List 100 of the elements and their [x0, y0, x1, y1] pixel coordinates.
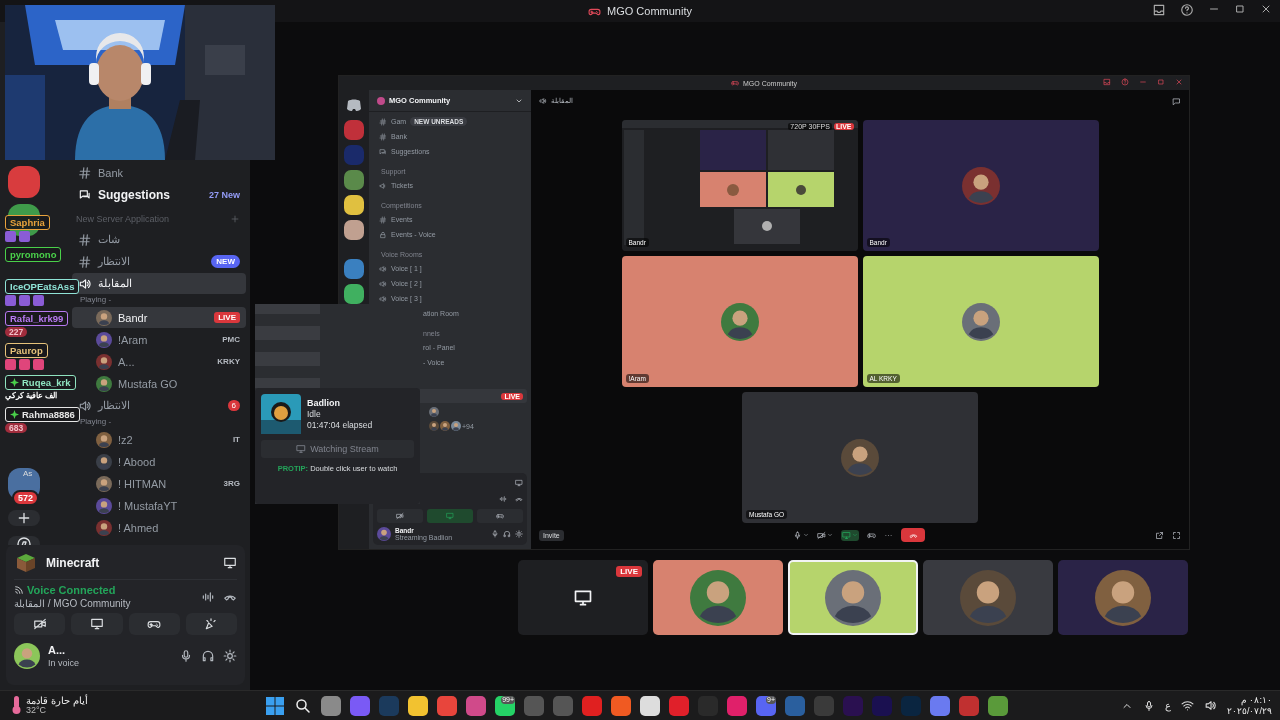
gamepad-icon[interactable] [867, 530, 877, 540]
server-icon[interactable] [344, 284, 364, 304]
game-name: Badlion [307, 398, 341, 408]
microphone-icon[interactable] [1143, 699, 1155, 712]
user-avatar [96, 309, 112, 326]
mention-badge: 572 [12, 490, 40, 506]
screen-share-icon[interactable] [515, 479, 523, 487]
activity-button[interactable] [128, 613, 180, 635]
forum-icon [379, 147, 387, 156]
voice-user[interactable]: A... KRKY [72, 351, 246, 372]
chat-icon[interactable] [1172, 96, 1181, 106]
server-icon[interactable] [344, 170, 364, 190]
user-avatar [960, 569, 1016, 626]
channel-item[interactable]: Bank [72, 162, 246, 183]
voice-user[interactable]: ! Ahmed [72, 517, 246, 538]
user-avatar [377, 527, 391, 541]
user-avatar [96, 353, 112, 370]
sound-wave-icon[interactable] [201, 589, 215, 604]
headphones-icon[interactable] [503, 530, 511, 538]
chat-username: Ruqea_krk [5, 375, 76, 390]
server-icon[interactable] [344, 195, 364, 215]
megaphone-icon [379, 181, 387, 190]
language-indicator[interactable]: ع [1165, 700, 1171, 711]
chat-count: 227 [5, 327, 28, 337]
voice-user[interactable]: ! HITMAN 3RG [72, 473, 246, 494]
user-avatar [96, 453, 112, 470]
soundboard-icon [204, 617, 219, 631]
activity-name: Minecraft [46, 556, 101, 570]
search-icon[interactable] [294, 696, 312, 715]
voice-user[interactable]: !z2 IT [72, 429, 246, 450]
chat-username: Paurop [5, 343, 48, 358]
game-status: Idle [307, 409, 322, 419]
add-server-button[interactable] [8, 510, 40, 526]
server-icon [377, 96, 385, 105]
windows-start-icon[interactable] [265, 695, 285, 716]
voice-user[interactable]: ! MustafaYT [72, 495, 246, 516]
headphones-icon[interactable] [201, 649, 215, 663]
activity-text: Playing - [80, 417, 113, 428]
user-tag: IT [232, 435, 240, 444]
participant-tile[interactable] [1058, 560, 1188, 635]
speaker-icon [379, 279, 387, 288]
close-icon[interactable] [1260, 3, 1272, 15]
screen-share-button[interactable] [71, 613, 123, 635]
participant-tile[interactable] [788, 560, 918, 635]
hang-up-icon[interactable] [515, 495, 523, 503]
user-avatar [429, 407, 439, 417]
channel-item[interactable]: Suggestions 27 New [72, 184, 246, 205]
voice-user[interactable]: !Aram PMC [72, 329, 246, 350]
hang-up-button[interactable] [901, 528, 926, 542]
clock[interactable]: ٠٨:١٠ م ٢٠٢٥/٠٧/٢٩ [1227, 694, 1272, 717]
help-icon[interactable] [1180, 3, 1194, 17]
settings-icon[interactable] [223, 649, 237, 663]
screen-share-icon [89, 617, 104, 631]
chat-username: Rafal_krk99 [5, 311, 69, 326]
camera-button[interactable] [14, 613, 66, 635]
thermometer-icon[interactable] [10, 695, 22, 716]
settings-icon[interactable] [515, 530, 523, 538]
app-icon[interactable] [408, 695, 428, 716]
maximize-icon[interactable] [1234, 3, 1246, 15]
channel-item[interactable]: شات [72, 229, 246, 250]
voice-channel-link[interactable]: المقابلة / MGO Community [14, 598, 193, 609]
voice-user[interactable]: Bandr LIVE [72, 307, 246, 328]
chat-username: Rahma8886 [5, 407, 80, 422]
hash-icon [78, 232, 92, 247]
popout-icon[interactable] [1155, 530, 1164, 540]
soundboard-button[interactable] [185, 613, 237, 635]
app-icon[interactable] [640, 695, 660, 716]
user-avatar [841, 438, 879, 477]
placeholder-bar [255, 304, 320, 314]
server-icon[interactable] [344, 259, 364, 279]
fullscreen-icon[interactable] [1172, 530, 1181, 540]
stream-thumbnail[interactable]: LIVE [518, 560, 648, 635]
participant-tile[interactable] [653, 560, 783, 635]
user-avatar [825, 569, 881, 626]
inbox-icon[interactable] [1152, 3, 1166, 17]
user-avatar [690, 569, 746, 626]
network-icon[interactable] [1181, 699, 1194, 712]
server-icon[interactable] [344, 220, 364, 240]
watching-stream-button[interactable]: Watching Stream [261, 440, 414, 458]
activity-text: Playing - [80, 295, 113, 306]
camera-off-icon[interactable] [817, 530, 827, 540]
chat-count: 683 [5, 423, 28, 433]
volume-icon[interactable] [1204, 699, 1217, 712]
user-avatar [96, 375, 112, 392]
user-tag: PMC [222, 335, 240, 344]
plus-icon [16, 510, 32, 526]
screen-icon [296, 444, 307, 454]
chevron-icon [852, 532, 859, 538]
participant-tile[interactable] [923, 560, 1053, 635]
chevron-icon [827, 532, 834, 538]
temperature: 32°C [26, 706, 48, 716]
chat-username: pyromono [5, 247, 62, 262]
voice-status: Voice Connected [27, 584, 116, 596]
sound-wave-icon[interactable] [499, 495, 507, 503]
voice-user[interactable]: ! Abood [72, 451, 246, 472]
microphone-icon[interactable] [179, 649, 193, 663]
microphone-icon[interactable] [793, 530, 803, 540]
gamepad-icon [496, 512, 504, 520]
speaker-icon [78, 398, 92, 413]
user-avatar [96, 497, 112, 514]
